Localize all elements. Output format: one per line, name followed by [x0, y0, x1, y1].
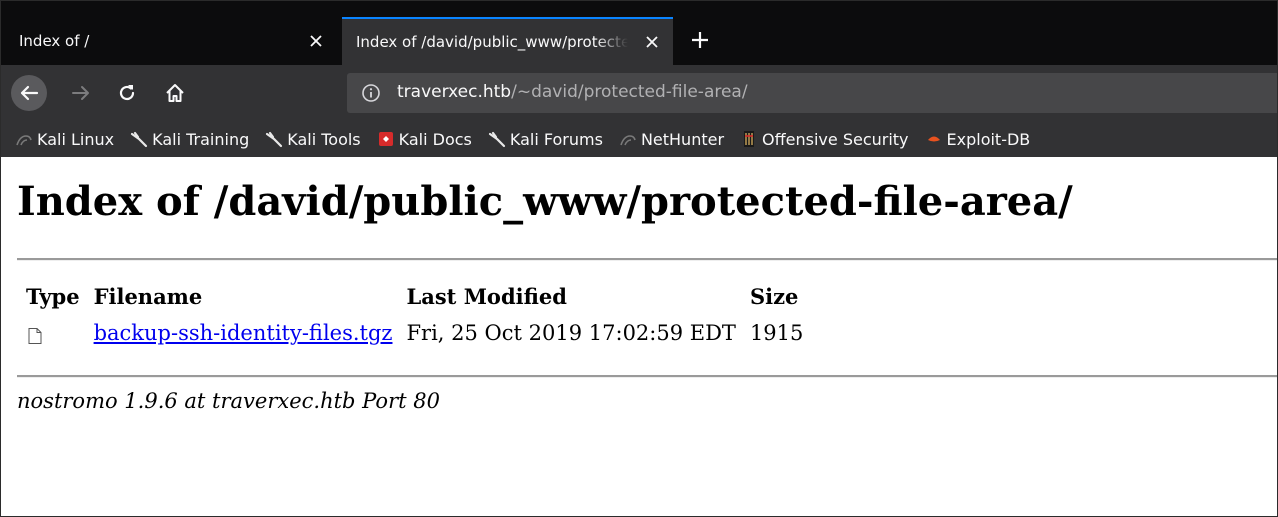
url-text[interactable]: traverxec.htb/~david/protected-file-area… — [397, 82, 748, 102]
file-name-cell: backup-ssh-identity-files.tgz — [85, 314, 398, 349]
table-header-row: Type Filename Last Modified Size — [17, 281, 808, 314]
divider — [17, 258, 1277, 261]
bookmark-label: Exploit-DB — [946, 129, 1031, 149]
file-download-link[interactable]: backup-ssh-identity-files.tgz — [94, 321, 393, 345]
bookmark-kali-training[interactable]: Kali Training — [130, 130, 249, 149]
bookmark-offensive-security[interactable]: Offensive Security — [740, 129, 909, 149]
kali-dragon-icon — [266, 131, 283, 148]
url-bar[interactable]: traverxec.htb/~david/protected-file-area… — [347, 73, 1277, 113]
kali-dragon-icon — [131, 131, 148, 148]
browser-window: Index of / Index of /david/public_www/pr… — [0, 0, 1278, 517]
home-icon — [166, 84, 184, 102]
page-title: Index of /david/public_www/protected-fil… — [17, 178, 1073, 225]
back-button[interactable] — [11, 75, 47, 111]
site-info-icon[interactable] — [361, 83, 381, 103]
home-button[interactable] — [161, 79, 189, 107]
tab-strip: Index of / Index of /david/public_www/pr… — [1, 1, 1277, 65]
bookmark-label: Kali Tools — [287, 129, 361, 149]
bookmark-label: Kali Linux — [37, 129, 115, 149]
bookmark-kali-tools[interactable]: Kali Tools — [265, 129, 361, 149]
kali-dragon-icon — [16, 135, 32, 146]
reload-button[interactable] — [113, 79, 141, 107]
page-content: Index of /david/public_www/protected-fil… — [1, 157, 1277, 516]
url-host: traverxec.htb — [397, 82, 512, 102]
divider — [17, 375, 1277, 378]
file-modified-cell: Fri, 25 Oct 2019 17:02:59 EDT — [406, 321, 736, 346]
tab-protected-file-area[interactable]: Index of /david/public_www/protected-fil… — [342, 17, 673, 65]
file-type-cell — [17, 314, 85, 349]
kali-docs-icon — [378, 132, 393, 146]
bookmark-label: NetHunter — [640, 129, 725, 149]
tab-label: Index of / — [19, 32, 90, 50]
bookmark-label: Kali Forums — [509, 129, 603, 149]
bookmark-exploit-db[interactable]: Exploit-DB — [925, 129, 1031, 149]
navigation-toolbar: traverxec.htb/~david/protected-file-area… — [1, 65, 1277, 121]
file-icon — [28, 327, 42, 344]
column-header-filename: Filename — [93, 284, 203, 309]
url-path: /~david/protected-file-area/ — [511, 82, 748, 102]
new-tab-icon[interactable] — [687, 27, 713, 53]
bookmarks-toolbar: Kali Linux Kali Training Kali Tools Kali… — [1, 121, 1277, 157]
file-size-cell: 1915 — [749, 321, 804, 346]
file-listing-table: Type Filename Last Modified Size backup-… — [17, 281, 808, 349]
tab-index-root[interactable]: Index of / — [5, 17, 339, 65]
tab-label: Index of /david/public_www/protected-fil… — [356, 33, 628, 51]
exploitdb-icon — [927, 136, 940, 142]
arrow-left-icon — [20, 85, 39, 101]
forward-button[interactable] — [67, 79, 95, 107]
arrow-right-icon — [72, 86, 89, 100]
offsec-icon — [744, 131, 755, 147]
close-tab-icon[interactable] — [307, 32, 325, 50]
column-header-type: Type — [26, 284, 80, 309]
reload-icon — [119, 85, 135, 101]
server-signature: nostromo 1.9.6 at traverxec.htb Port 80 — [17, 389, 440, 413]
column-header-size: Size — [749, 284, 799, 309]
bookmark-label: Kali Docs — [398, 129, 472, 149]
bookmark-nethunter[interactable]: NetHunter — [619, 130, 724, 149]
bookmark-label: Kali Training — [152, 129, 250, 149]
kali-dragon-icon — [488, 131, 505, 148]
nethunter-icon — [620, 135, 636, 146]
bookmark-kali-forums[interactable]: Kali Forums — [488, 130, 603, 149]
bookmark-kali-linux[interactable]: Kali Linux — [15, 130, 114, 149]
bookmark-label: Offensive Security — [762, 129, 909, 149]
bookmark-kali-docs[interactable]: Kali Docs — [377, 130, 472, 149]
table-row: backup-ssh-identity-files.tgz Fri, 25 Oc… — [17, 314, 808, 349]
close-tab-icon[interactable] — [643, 33, 661, 51]
column-header-last-modified: Last Modified — [406, 284, 567, 309]
